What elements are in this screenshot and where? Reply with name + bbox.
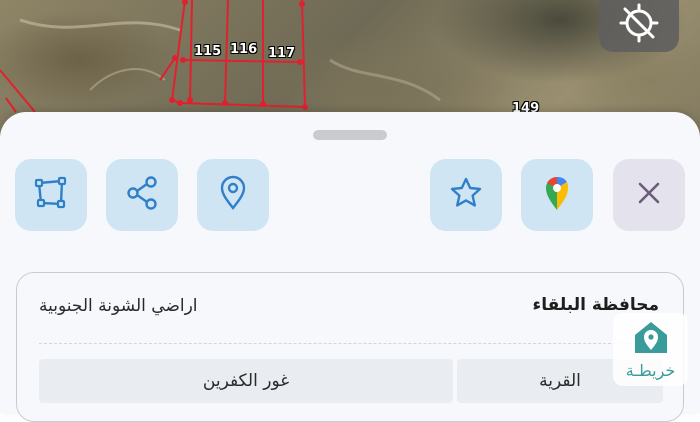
close-icon (629, 173, 669, 217)
location-pin-icon (213, 173, 253, 217)
map-logo-icon (632, 319, 670, 359)
lands-name: اراضي الشونة الجنوبية (39, 296, 198, 316)
divider (39, 343, 661, 344)
share-icon (122, 173, 162, 217)
polygon-icon (31, 173, 71, 217)
parcel-label: 115 (194, 44, 222, 59)
draw-polygon-button[interactable] (15, 159, 87, 231)
favorite-button[interactable] (430, 159, 502, 231)
watermark-text: خريطـة (625, 361, 676, 380)
google-maps-button[interactable] (521, 159, 593, 231)
drag-handle[interactable] (313, 130, 387, 140)
parcel-label: 116 (230, 42, 258, 57)
google-maps-icon (537, 173, 577, 217)
brand-watermark: خريطـة (613, 313, 688, 386)
details-bottom-sheet: محافظة البلقاء اراضي الشونة الجنوبية غور… (0, 112, 700, 422)
village-value: غور الكفرين (39, 359, 453, 403)
parcel-label: 117 (268, 46, 296, 61)
close-button[interactable] (613, 159, 685, 231)
location-toggle-button[interactable] (599, 0, 679, 52)
share-button[interactable] (106, 159, 178, 231)
location-disabled-icon (617, 1, 661, 49)
location-button[interactable] (197, 159, 269, 231)
governorate-title: محافظة البلقاء (532, 295, 659, 315)
star-icon (446, 173, 486, 217)
